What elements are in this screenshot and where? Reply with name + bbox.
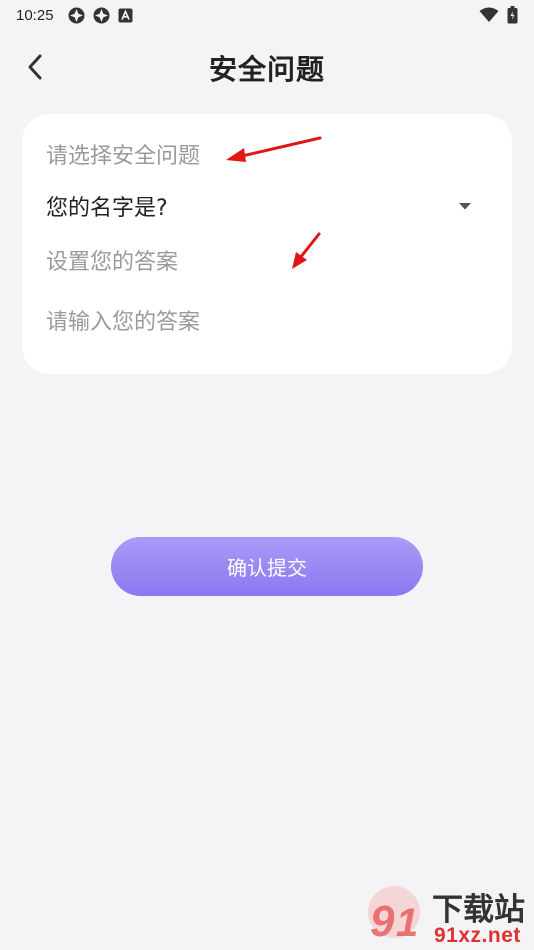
answer-label: 设置您的答案 — [46, 250, 179, 275]
watermark: 9 1 下载站 91xz.net — [362, 884, 530, 948]
chevron-left-icon — [28, 54, 42, 80]
watermark-brand: 下载站 — [432, 892, 525, 928]
annotation-arrow-icon — [226, 136, 322, 162]
svg-text:9: 9 — [370, 897, 395, 946]
submit-button[interactable]: 确认提交 — [111, 537, 423, 596]
watermark-domain: 91xz.net — [434, 924, 521, 947]
annotation-arrow-icon — [292, 232, 321, 269]
battery-icon — [507, 6, 518, 24]
status-icons-right — [479, 6, 518, 24]
status-time: 10:25 — [16, 6, 54, 24]
app-icon — [93, 7, 110, 23]
nav-bar: 安全问题 — [0, 40, 534, 96]
svg-text:1: 1 — [396, 901, 418, 945]
status-icons-left — [68, 7, 133, 24]
question-dropdown[interactable]: 您的名字是? — [46, 186, 488, 226]
wifi-icon — [479, 7, 499, 22]
selected-question-text: 您的名字是? — [46, 196, 168, 221]
notification-a-icon — [118, 8, 133, 22]
status-bar: 10:25 — [0, 0, 534, 30]
app-icon — [68, 7, 85, 23]
back-button[interactable] — [18, 50, 52, 84]
caret-down-icon — [459, 203, 471, 210]
page-title: 安全问题 — [208, 53, 325, 86]
answer-input[interactable] — [46, 300, 488, 344]
